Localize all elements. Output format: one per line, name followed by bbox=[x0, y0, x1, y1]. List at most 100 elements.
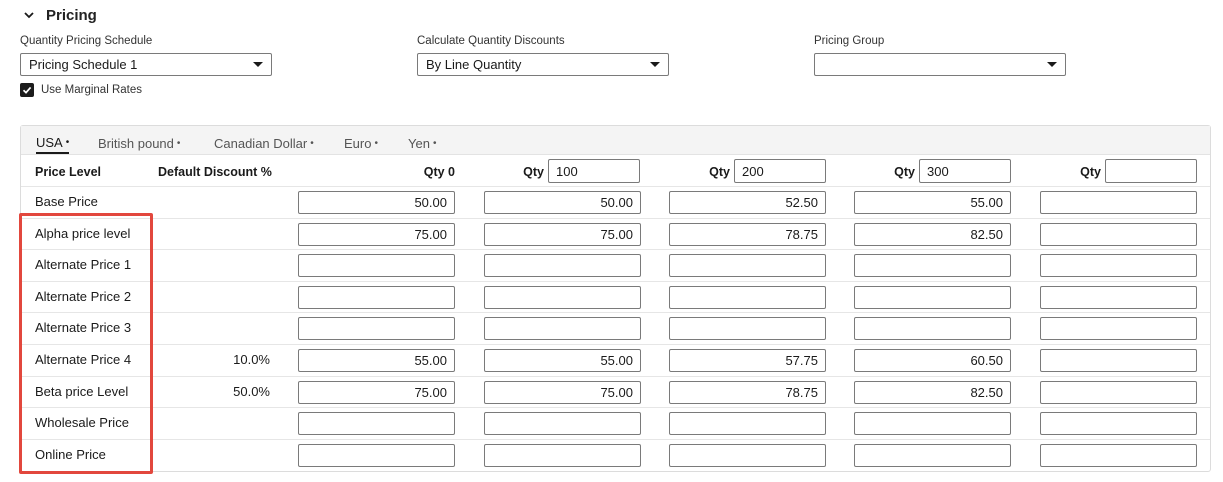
price-input[interactable]: 82.50 bbox=[854, 223, 1011, 246]
row-divider bbox=[21, 344, 1210, 345]
select-value: By Line Quantity bbox=[426, 57, 522, 72]
default-discount-value: 10.0% bbox=[233, 352, 270, 367]
price-level-label: Alternate Price 1 bbox=[35, 257, 132, 272]
price-input[interactable] bbox=[484, 317, 641, 340]
tab-yen[interactable]: Yen • bbox=[408, 132, 436, 154]
tab-dot: • bbox=[374, 137, 378, 149]
price-input[interactable] bbox=[1040, 349, 1197, 372]
price-input[interactable] bbox=[298, 317, 455, 340]
checkmark-icon bbox=[22, 86, 32, 94]
price-input[interactable] bbox=[854, 286, 1011, 309]
use-marginal-rates-row: Use Marginal Rates bbox=[20, 83, 142, 97]
price-level-label: Alternate Price 2 bbox=[35, 289, 132, 304]
default-discount-value bbox=[160, 257, 270, 273]
default-discount-header: Default Discount % bbox=[158, 165, 272, 179]
price-input[interactable]: 55.00 bbox=[484, 349, 641, 372]
row-divider bbox=[21, 249, 1210, 250]
price-input[interactable]: 78.75 bbox=[669, 223, 826, 246]
field-label: Pricing Group bbox=[814, 35, 885, 47]
qty-300-input[interactable]: 300 bbox=[919, 159, 1011, 183]
field-label: Calculate Quantity Discounts bbox=[417, 35, 565, 47]
default-discount-value bbox=[160, 289, 270, 305]
tab-label: Euro bbox=[344, 135, 372, 151]
default-discount-value bbox=[160, 320, 270, 336]
default-discount-value bbox=[160, 194, 270, 210]
price-input[interactable]: 75.00 bbox=[484, 223, 641, 246]
price-input[interactable]: 50.00 bbox=[298, 191, 455, 214]
price-input[interactable] bbox=[669, 254, 826, 277]
price-input[interactable] bbox=[484, 286, 641, 309]
price-input[interactable]: 82.50 bbox=[854, 381, 1011, 404]
price-input[interactable] bbox=[854, 444, 1011, 467]
qty-0-header: Qty 0 bbox=[423, 165, 455, 179]
qty-new-input[interactable] bbox=[1105, 159, 1197, 183]
price-input[interactable]: 75.00 bbox=[298, 381, 455, 404]
price-input[interactable]: 52.50 bbox=[669, 191, 826, 214]
pricing-section-header[interactable]: Pricing bbox=[22, 5, 97, 25]
section-title: Pricing bbox=[46, 6, 97, 24]
row-divider bbox=[21, 439, 1210, 440]
price-input[interactable] bbox=[854, 317, 1011, 340]
select-value: Pricing Schedule 1 bbox=[29, 57, 138, 72]
price-input[interactable]: 60.50 bbox=[854, 349, 1011, 372]
price-input[interactable]: 57.75 bbox=[669, 349, 826, 372]
caret-down-icon bbox=[650, 62, 660, 67]
tab-dot: • bbox=[176, 137, 181, 149]
currency-tabs: USA • British pound • Canadian Dollar • Eur… bbox=[21, 126, 1210, 155]
row-divider bbox=[21, 281, 1210, 282]
price-input[interactable] bbox=[298, 412, 455, 435]
price-input[interactable] bbox=[1040, 254, 1197, 277]
row-divider bbox=[21, 376, 1210, 377]
price-input[interactable] bbox=[298, 286, 455, 309]
price-input[interactable]: 55.00 bbox=[854, 191, 1011, 214]
price-input[interactable] bbox=[484, 412, 641, 435]
price-input[interactable] bbox=[1040, 191, 1197, 214]
price-input[interactable] bbox=[1040, 412, 1197, 435]
tab-dot: • bbox=[65, 136, 70, 148]
qty-100-input[interactable]: 100 bbox=[548, 159, 640, 183]
row-divider bbox=[21, 218, 1210, 219]
use-marginal-rates-checkbox[interactable] bbox=[20, 83, 34, 97]
price-input[interactable] bbox=[854, 412, 1011, 435]
price-input[interactable]: 78.75 bbox=[669, 381, 826, 404]
tab-euro[interactable]: Euro • bbox=[344, 132, 378, 154]
field-label: Quantity Pricing Schedule bbox=[20, 35, 153, 47]
price-input[interactable] bbox=[669, 412, 826, 435]
price-level-label: Alternate Price 3 bbox=[35, 320, 132, 335]
price-input[interactable] bbox=[669, 317, 826, 340]
price-input[interactable] bbox=[669, 286, 826, 309]
price-input[interactable] bbox=[1040, 444, 1197, 467]
tab-canadian-dollar[interactable]: Canadian Dollar • bbox=[214, 132, 314, 154]
price-input[interactable]: 55.00 bbox=[298, 349, 455, 372]
tab-usa[interactable]: USA • bbox=[36, 132, 70, 154]
chevron-down-icon[interactable] bbox=[22, 8, 36, 22]
price-input[interactable] bbox=[669, 444, 826, 467]
price-level-label: Alpha price level bbox=[35, 226, 131, 241]
price-input[interactable] bbox=[298, 254, 455, 277]
tab-label: USA bbox=[36, 134, 63, 150]
default-discount-value bbox=[160, 226, 270, 242]
price-input[interactable]: 50.00 bbox=[484, 191, 641, 214]
row-divider bbox=[21, 186, 1210, 187]
tab-label: British pound bbox=[98, 135, 174, 151]
qty-label: Qty bbox=[709, 165, 730, 179]
tab-dot: • bbox=[432, 137, 437, 149]
price-input[interactable] bbox=[1040, 317, 1197, 340]
price-input[interactable] bbox=[1040, 286, 1197, 309]
use-marginal-rates-label: Use Marginal Rates bbox=[41, 84, 142, 96]
price-input[interactable] bbox=[1040, 381, 1197, 404]
price-input[interactable] bbox=[484, 444, 641, 467]
tab-british-pound[interactable]: British pound • bbox=[98, 132, 180, 154]
price-input[interactable] bbox=[484, 254, 641, 277]
price-input[interactable]: 75.00 bbox=[298, 223, 455, 246]
price-input[interactable] bbox=[854, 254, 1011, 277]
price-input[interactable]: 75.00 bbox=[484, 381, 641, 404]
qty-200-input[interactable]: 200 bbox=[734, 159, 826, 183]
price-input[interactable] bbox=[1040, 223, 1197, 246]
calculate-quantity-discounts-select[interactable]: By Line Quantity bbox=[417, 53, 669, 76]
price-input[interactable] bbox=[298, 444, 455, 467]
row-divider bbox=[21, 407, 1210, 408]
quantity-pricing-schedule-select[interactable]: Pricing Schedule 1 bbox=[20, 53, 272, 76]
pricing-group-select[interactable] bbox=[814, 53, 1066, 76]
price-level-header: Price Level bbox=[35, 165, 102, 179]
